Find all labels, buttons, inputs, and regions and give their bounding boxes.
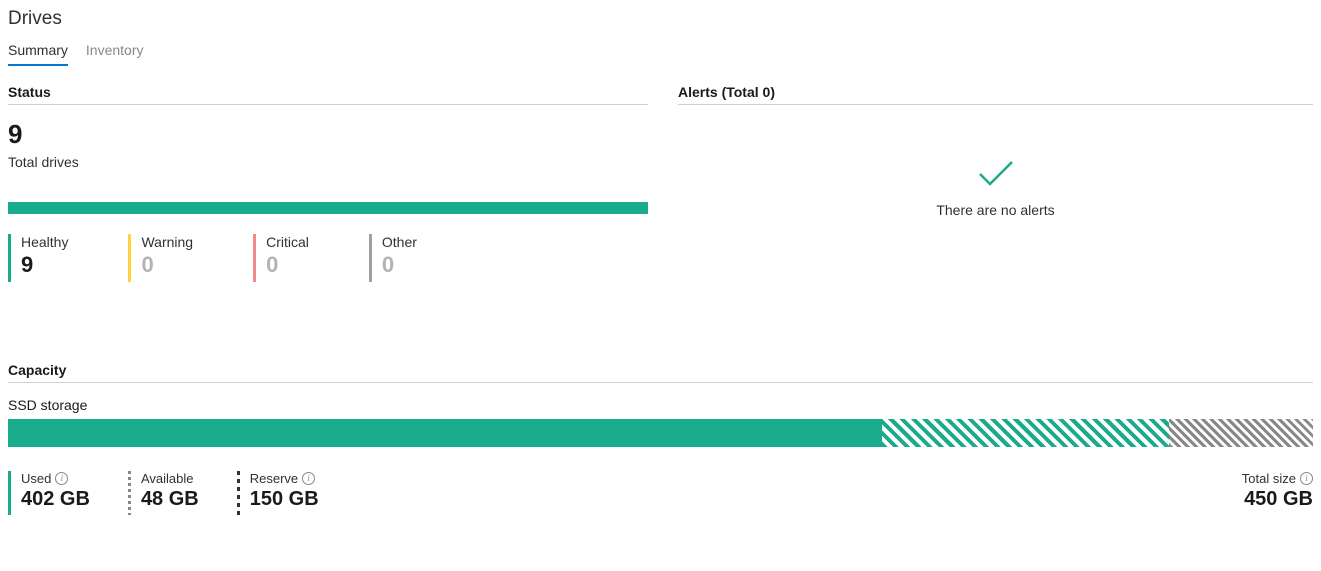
status-header: Status [8,84,648,105]
checkmark-icon [976,159,1016,192]
accent-available [128,471,131,515]
status-value: 0 [382,252,417,278]
accent-warning [128,234,131,282]
status-bar [8,202,648,214]
status-card-critical: Critical 0 [253,234,309,282]
capacity-header: Capacity [8,362,1313,383]
status-total-value: 9 [8,119,648,150]
info-icon[interactable]: i [55,472,68,485]
capacity-used-value: 402 GB [21,488,90,511]
status-cards: Healthy 9 Warning 0 Critical 0 [8,234,648,282]
info-icon[interactable]: i [302,472,315,485]
status-value: 0 [266,252,309,278]
capacity-panel: Capacity SSD storage Used i 402 GB [8,362,1313,515]
status-card-other: Other 0 [369,234,417,282]
capacity-bar [8,419,1313,447]
capacity-reserve-label: Reserve [250,471,298,486]
accent-reserve [237,471,240,515]
storage-type-label: SSD storage [8,397,1313,413]
status-card-healthy: Healthy 9 [8,234,68,282]
tab-summary[interactable]: Summary [8,42,68,66]
status-value: 0 [141,252,193,278]
page-title: Drives [8,8,1313,30]
status-value: 9 [21,252,68,278]
info-icon[interactable]: i [1300,472,1313,485]
capacity-card-total: Total size i 450 GB [1242,471,1313,511]
capacity-available-label: Available [141,471,194,486]
alerts-empty-text: There are no alerts [936,202,1054,218]
alerts-empty: There are no alerts [678,119,1313,218]
tab-inventory[interactable]: Inventory [86,42,144,66]
capacity-reserve-value: 150 GB [250,488,319,511]
accent-used [8,471,11,515]
accent-other [369,234,372,282]
alerts-panel: Alerts (Total 0) There are no alerts [678,84,1313,282]
capacity-card-reserve: Reserve i 150 GB [237,471,319,515]
capacity-meta: Used i 402 GB Available 48 GB [8,471,1313,515]
status-label: Warning [141,234,193,250]
capacity-bar-reserve [882,419,1169,447]
status-label: Other [382,234,417,250]
alerts-header: Alerts (Total 0) [678,84,1313,105]
status-label: Healthy [21,234,68,250]
capacity-used-label: Used [21,471,51,486]
capacity-bar-used [8,419,882,447]
tabs: Summary Inventory [8,42,1313,66]
status-card-warning: Warning 0 [128,234,193,282]
accent-critical [253,234,256,282]
capacity-card-available: Available 48 GB [128,471,199,515]
accent-healthy [8,234,11,282]
capacity-bar-available [1169,419,1313,447]
capacity-total-value: 450 GB [1242,488,1313,511]
capacity-available-value: 48 GB [141,488,199,511]
status-label: Critical [266,234,309,250]
status-panel: Status 9 Total drives Healthy 9 Warning … [8,84,648,282]
status-total-label: Total drives [8,154,648,170]
capacity-total-label: Total size [1242,471,1296,486]
capacity-card-used: Used i 402 GB [8,471,90,515]
